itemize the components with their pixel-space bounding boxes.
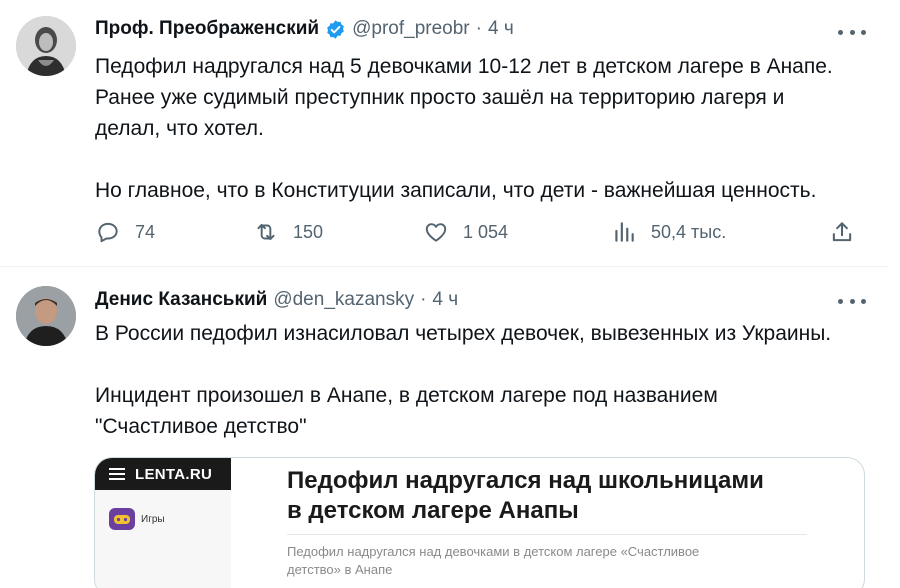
tweet-text-line: Ранее уже судимый преступник просто зашё…	[95, 86, 785, 109]
card-title-line: Педофил надругался над школьницами	[287, 467, 764, 494]
games-icon	[109, 508, 135, 530]
reply-count: 74	[135, 221, 156, 242]
reply-button[interactable]: 74	[95, 219, 155, 245]
site-header: LENTA.RU	[95, 458, 231, 490]
tweet-text: В России педофил изнасиловал четырех дев…	[95, 318, 875, 442]
menu-icon	[109, 468, 125, 480]
card-title-line: в детском лагере Анапы	[287, 497, 579, 524]
games-label: Игры	[141, 513, 165, 525]
tweet[interactable]: Проф. Преображенский @prof_preobr · 4 ч …	[0, 0, 888, 267]
verified-icon	[325, 19, 346, 40]
share-button[interactable]	[829, 219, 855, 245]
separator-dot: ·	[475, 18, 482, 39]
views-button[interactable]: 50,4 тыс.	[611, 219, 726, 245]
card-subtitle-line: детство» в Анапе	[287, 562, 393, 577]
views-icon	[615, 222, 634, 242]
card-subtitle-line: Педофил надругался над девочками в детск…	[287, 544, 700, 559]
timestamp[interactable]: 4 ч	[488, 18, 514, 40]
separator-dot: ·	[420, 289, 427, 310]
retweet-button[interactable]: 150	[253, 219, 323, 245]
like-count: 1 054	[463, 221, 509, 242]
divider	[287, 534, 807, 535]
card-thumbnail: LENTA.RU Игры	[95, 458, 231, 588]
tweet-header: Денис Казанський @den_kazansky · 4 ч	[95, 289, 458, 311]
tweet[interactable]: Денис Казанський @den_kazansky · 4 ч В Р…	[0, 268, 888, 588]
like-icon	[425, 223, 447, 242]
author-name[interactable]: Проф. Преображенский	[95, 18, 319, 40]
card-subtitle: Педофил надругался над девочками в детск…	[287, 543, 807, 579]
more-icon[interactable]	[838, 292, 866, 310]
share-icon	[832, 222, 852, 242]
author-name[interactable]: Денис Казанський	[95, 289, 267, 311]
tweet-text: Педофил надругался над 5 девочками 10-12…	[95, 51, 875, 206]
tweet-text-line: В России педофил изнасиловал четырех дев…	[95, 322, 832, 345]
tweet-actions: 74 150 1 054 50,4 тыс.	[95, 219, 867, 249]
tweet-text-line: Инцидент произошел в Анапе, в детском ла…	[95, 384, 718, 407]
tweet-header: Проф. Преображенский @prof_preobr · 4 ч	[95, 18, 514, 40]
author-handle[interactable]: @prof_preobr	[352, 18, 470, 40]
author-handle[interactable]: @den_kazansky	[273, 289, 414, 311]
avatar[interactable]	[16, 286, 76, 346]
views-count: 50,4 тыс.	[651, 221, 727, 242]
site-logo: LENTA.RU	[135, 465, 213, 483]
card-title: Педофил надругался над школьницами в дет…	[287, 466, 847, 526]
reply-icon	[98, 222, 118, 243]
retweet-count: 150	[293, 221, 324, 242]
like-button[interactable]: 1 054	[423, 219, 508, 245]
avatar[interactable]	[16, 16, 76, 76]
link-preview-card[interactable]: LENTA.RU Игры Педофил надругался над шко…	[94, 457, 865, 588]
timestamp[interactable]: 4 ч	[432, 289, 458, 311]
tweet-text-line: делал, что хотел.	[95, 117, 264, 140]
tweet-text-line: Но главное, что в Конституции записали, …	[95, 179, 817, 202]
more-icon[interactable]	[838, 23, 866, 41]
games-badge: Игры	[109, 508, 165, 530]
retweet-icon	[257, 223, 275, 241]
tweet-text-line: Педофил надругался над 5 девочками 10-12…	[95, 55, 833, 78]
tweet-text-line: "Счастливое детство"	[95, 415, 307, 438]
